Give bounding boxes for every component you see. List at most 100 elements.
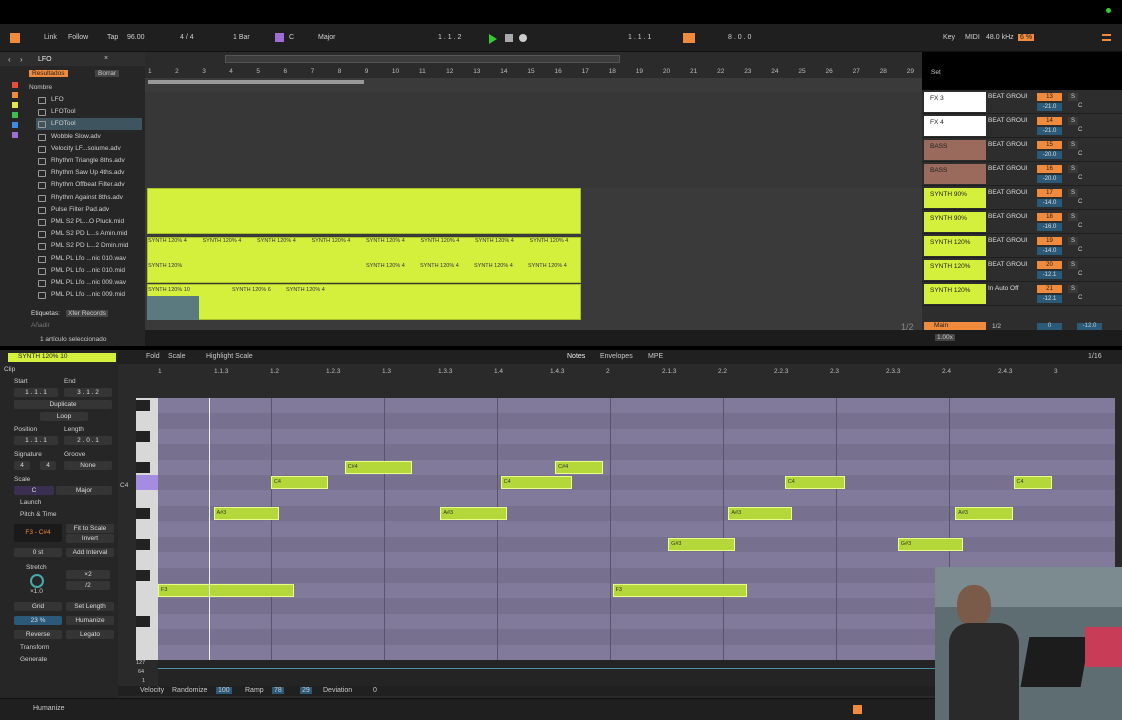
- track-name[interactable]: SYNTH 120%: [924, 284, 986, 304]
- grid-select[interactable]: Grid: [14, 602, 62, 611]
- midi-map-button[interactable]: MIDI: [965, 34, 980, 41]
- track-activator[interactable]: 13: [1037, 93, 1062, 101]
- track-activator[interactable]: 21: [1037, 285, 1062, 293]
- loop-length-field[interactable]: 8 . 0 . 0: [728, 34, 751, 41]
- fit-to-scale-button[interactable]: Fit to Scale: [66, 524, 114, 533]
- pitch-lane[interactable]: [158, 444, 1115, 460]
- tag-xfer-records[interactable]: Xfer Records: [66, 310, 108, 317]
- signature-denominator[interactable]: 4: [40, 461, 56, 470]
- track-name[interactable]: SYNTH 120%: [924, 236, 986, 256]
- track-volume[interactable]: -12.1: [1037, 271, 1062, 279]
- midi-note[interactable]: F3: [158, 583, 294, 597]
- track-activator[interactable]: 15: [1037, 141, 1062, 149]
- key-map-button[interactable]: Key: [943, 34, 955, 41]
- set-length-button[interactable]: Set Length: [66, 602, 114, 611]
- track-routing[interactable]: BEAT GROUI: [988, 189, 1035, 196]
- menu-icon[interactable]: [1102, 34, 1111, 41]
- stretch-half-button[interactable]: /2: [66, 581, 110, 590]
- humanize-amount[interactable]: 23 %: [14, 616, 62, 625]
- midi-note[interactable]: G#3: [897, 537, 963, 551]
- black-key[interactable]: [136, 461, 150, 474]
- stretch-x2-button[interactable]: ×2: [66, 570, 110, 579]
- quantize-menu[interactable]: 1 Bar: [233, 34, 250, 41]
- groove-select[interactable]: None: [64, 461, 112, 470]
- black-key[interactable]: [136, 538, 150, 551]
- track-volume[interactable]: -14.0: [1037, 199, 1062, 207]
- browser-result-item[interactable]: PML S2 PD L...s Amin.mid: [36, 228, 142, 240]
- track-volume[interactable]: -16.0: [1037, 223, 1062, 231]
- browser-result-item[interactable]: Velocity LF...soiume.adv: [36, 143, 142, 155]
- browser-result-item[interactable]: Rhythm Triangle 8ths.adv: [36, 155, 142, 167]
- track-activator[interactable]: 16: [1037, 165, 1062, 173]
- browser-result-item[interactable]: PML S2 PD L...2 Dmin.mid: [36, 240, 142, 252]
- humanize-button[interactable]: Humanize: [66, 616, 114, 625]
- browser-result-item[interactable]: PML S2 PL...O Pluck.mid: [36, 216, 142, 228]
- black-key[interactable]: [136, 430, 150, 443]
- track-name[interactable]: SYNTH 90%: [924, 188, 986, 208]
- invert-button[interactable]: Invert: [66, 534, 114, 543]
- loop-button[interactable]: Loop: [40, 412, 88, 421]
- browser-result-item[interactable]: Pulse Filter Pad.adv: [36, 204, 142, 216]
- clip-synth-90[interactable]: [147, 188, 581, 234]
- track-name[interactable]: BASS: [924, 140, 986, 160]
- tab-mpe[interactable]: MPE: [648, 353, 663, 360]
- results-tag[interactable]: Resultados: [29, 70, 68, 77]
- overview-window[interactable]: [225, 55, 620, 63]
- track-activator[interactable]: 20: [1037, 261, 1062, 269]
- black-key[interactable]: [136, 400, 150, 412]
- track-header[interactable]: SYNTH 90% BEAT GROUI 18 -16.0 S C: [922, 210, 1122, 234]
- generate-section-header[interactable]: Generate: [20, 656, 47, 663]
- search-input[interactable]: LFO: [38, 56, 52, 63]
- solo-button[interactable]: S: [1068, 213, 1078, 221]
- pitch-lane[interactable]: [158, 552, 1115, 568]
- track-name[interactable]: FX 4: [924, 116, 986, 136]
- pitch-lane[interactable]: [158, 521, 1115, 537]
- track-volume[interactable]: -21.0: [1037, 103, 1062, 111]
- link-button[interactable]: Link: [44, 34, 57, 41]
- ramp-button[interactable]: Ramp: [245, 687, 264, 694]
- grid-setting[interactable]: 1/16: [1088, 353, 1102, 360]
- selected-clip-region[interactable]: [147, 296, 199, 320]
- beat-ruler[interactable]: 1 2 3 4 5 6 7 8 9 10 11 12 13 14 15 16 17 18 19 20 21 22 23 24 2…: [145, 66, 922, 78]
- legato-button[interactable]: Legato: [66, 630, 114, 639]
- track-activator[interactable]: 19: [1037, 237, 1062, 245]
- overview-bar[interactable]: [145, 52, 922, 66]
- solo-button[interactable]: S: [1068, 117, 1078, 125]
- transform-section-header[interactable]: Transform: [20, 644, 49, 651]
- reverse-button[interactable]: Reverse: [14, 630, 62, 639]
- midi-note[interactable]: C4: [784, 476, 846, 490]
- track-header[interactable]: FX 3 BEAT GROUI 13 -21.0 S C: [922, 90, 1122, 114]
- track-header[interactable]: SYNTH 120% In Auto Off 21 -12.1 S C: [922, 282, 1122, 306]
- tab-envelopes[interactable]: Envelopes: [600, 353, 633, 360]
- track-header[interactable]: SYNTH 120% BEAT GROUI 20 -12.1 S C: [922, 258, 1122, 282]
- track-activator[interactable]: 18: [1037, 213, 1062, 221]
- track-header[interactable]: SYNTH 90% BEAT GROUI 17 -14.0 S C: [922, 186, 1122, 210]
- empty-tracks-area[interactable]: [145, 92, 922, 188]
- track-routing[interactable]: BEAT GROUI: [988, 213, 1035, 220]
- midi-note[interactable]: C4: [500, 476, 573, 490]
- midi-note[interactable]: C#4: [555, 460, 603, 474]
- track-header[interactable]: BASS BEAT GROUI 16 -20.0 S C: [922, 162, 1122, 186]
- key-scale-menu[interactable]: Major: [318, 34, 336, 41]
- velocity-label[interactable]: Velocity: [140, 687, 164, 694]
- ramp-end[interactable]: 29: [300, 687, 312, 694]
- track-name[interactable]: SYNTH 120%: [924, 260, 986, 280]
- midi-note[interactable]: A#3: [213, 506, 279, 520]
- forward-icon[interactable]: ›: [20, 55, 23, 64]
- midi-note[interactable]: F3: [612, 583, 747, 597]
- clip-section-header[interactable]: Clip: [4, 366, 15, 373]
- browser-result-item[interactable]: PML PL Lfo ...nic 009.mid: [36, 289, 142, 301]
- loop-start-field[interactable]: 1 . 1 . 1: [628, 34, 651, 41]
- track-routing[interactable]: BEAT GROUI: [988, 93, 1035, 100]
- browser-result-item[interactable]: PML PL Lfo ...nic 009.wav: [36, 277, 142, 289]
- arrangement-position-field[interactable]: 1 . 1 . 2: [438, 34, 461, 41]
- color-tag-red[interactable]: [12, 82, 18, 88]
- pitch-lane[interactable]: [158, 398, 1115, 414]
- color-tag-blue[interactable]: [12, 122, 18, 128]
- tab-notes[interactable]: Notes: [567, 353, 585, 360]
- signature-numerator[interactable]: 4: [14, 461, 30, 470]
- track-volume[interactable]: -14.0: [1037, 247, 1062, 255]
- pitch-lane[interactable]: [158, 459, 1115, 476]
- browser-result-item[interactable]: Rhythm Against 8ths.adv: [36, 192, 142, 204]
- play-icon[interactable]: [489, 34, 497, 44]
